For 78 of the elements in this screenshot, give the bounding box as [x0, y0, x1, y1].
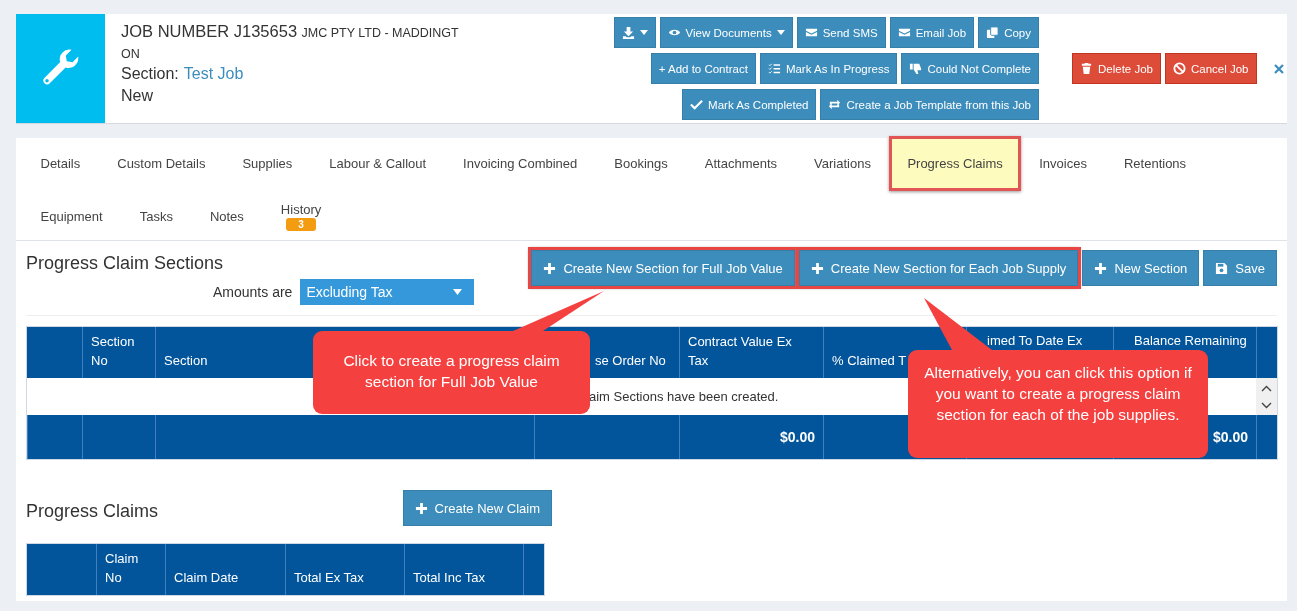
tab-label: History — [280, 202, 322, 217]
column-header: Section No — [82, 327, 155, 378]
plus-icon — [1094, 261, 1108, 275]
each-supply-section-button[interactable]: Create New Section for Each Job Supply — [798, 250, 1079, 286]
plus-icon — [414, 501, 428, 515]
ban-icon — [1173, 62, 1186, 75]
tab[interactable]: Attachments — [686, 138, 796, 189]
customer-name-continued: ON — [121, 47, 140, 61]
checklist-icon — [767, 62, 781, 75]
toolbar-button[interactable]: Could Not Complete — [901, 53, 1039, 84]
create-claim-button[interactable]: Create New Claim — [402, 490, 552, 526]
column-header: Claim Date — [165, 544, 285, 595]
toolbar-button[interactable]: Mark As Completed — [682, 89, 817, 120]
column-header: Contract Value Ex Tax — [679, 327, 823, 378]
plus-icon — [810, 261, 824, 275]
toolbar-button[interactable]: Create a Job Template from this Job — [820, 89, 1039, 120]
cancel-job-button[interactable]: Cancel Job — [1165, 53, 1257, 84]
tab[interactable]: Supplies — [223, 138, 311, 189]
trash-icon — [1080, 62, 1093, 75]
job-number: JOB NUMBER J135653 — [121, 22, 298, 40]
caret-icon — [776, 30, 785, 35]
toolbar-button[interactable]: Copy — [978, 17, 1039, 48]
section-label: Section: — [121, 65, 179, 83]
copy-icon — [986, 26, 1000, 39]
tab[interactable]: Retentions — [1105, 138, 1205, 189]
tab[interactable]: Invoices — [1020, 138, 1106, 189]
tax-dropdown[interactable]: Excluding Tax — [300, 279, 475, 305]
empty-message: aim Sections have been created. — [589, 389, 779, 404]
caret-icon — [639, 30, 648, 35]
download-menu-button[interactable] — [613, 17, 656, 48]
caret-icon — [453, 289, 463, 295]
envelope-icon — [804, 26, 818, 39]
column-header: Total Inc Tax — [404, 544, 523, 595]
toolbar-button[interactable]: Email Job — [889, 17, 975, 48]
tab[interactable]: Tasks — [121, 191, 192, 242]
column-header: Total Ex Tax — [285, 544, 404, 595]
section-heading: Progress Claims — [26, 501, 159, 523]
header-cell — [27, 544, 96, 595]
tab[interactable]: Variations — [795, 138, 890, 189]
tab[interactable]: Notes — [191, 191, 263, 242]
tab[interactable]: Custom Details — [98, 138, 224, 189]
section-link[interactable]: Test Job — [183, 65, 244, 83]
check-icon — [690, 98, 704, 111]
documents-menu-button[interactable]: View Documents — [659, 17, 793, 48]
footer-cell: $0.00 — [679, 415, 823, 459]
footer-cell — [1256, 415, 1277, 459]
tab[interactable]: Invoicing Combined — [444, 138, 596, 189]
header-cell — [1256, 327, 1277, 378]
tab[interactable]: Progress Claims — [889, 136, 1021, 191]
new-section-button[interactable]: New Section — [1082, 250, 1200, 286]
toolbar-button[interactable]: Mark As In Progress — [759, 53, 898, 84]
thumbs-down-icon — [909, 62, 923, 75]
count-badge: 3 — [286, 218, 316, 231]
repeat-icon — [828, 98, 842, 111]
column-header: Claim No — [96, 544, 165, 595]
amounts-label: Amounts are — [213, 284, 293, 300]
header-cell — [523, 544, 544, 595]
customer-name: JMC PTY LTD - MADDINGT — [301, 26, 459, 40]
plus-icon — [543, 261, 557, 275]
envelope-icon — [897, 26, 911, 39]
section-heading: Progress Claim Sections — [26, 252, 225, 274]
full-value-section-button[interactable]: Create New Section for Full Job Value — [531, 250, 795, 286]
download-icon — [621, 26, 635, 39]
scrollbar[interactable] — [1256, 378, 1277, 415]
header-cell — [27, 327, 82, 378]
job-status: New — [121, 87, 153, 104]
toolbar-button[interactable]: Send SMS — [796, 17, 886, 48]
delete-job-button[interactable]: Delete Job — [1072, 53, 1161, 84]
tab[interactable]: Labour & Callout — [310, 138, 445, 189]
tab[interactable]: Equipment — [22, 191, 122, 242]
tab[interactable]: Details — [22, 138, 99, 189]
tab[interactable]: Bookings — [595, 138, 687, 189]
save-icon — [1215, 261, 1229, 275]
close-icon[interactable] — [1273, 63, 1284, 74]
footer-cell — [27, 415, 82, 459]
toolbar-button[interactable]: + Add to Contract — [650, 53, 756, 84]
tab[interactable]: History 3 — [262, 191, 340, 242]
save-button[interactable]: Save — [1203, 250, 1277, 286]
